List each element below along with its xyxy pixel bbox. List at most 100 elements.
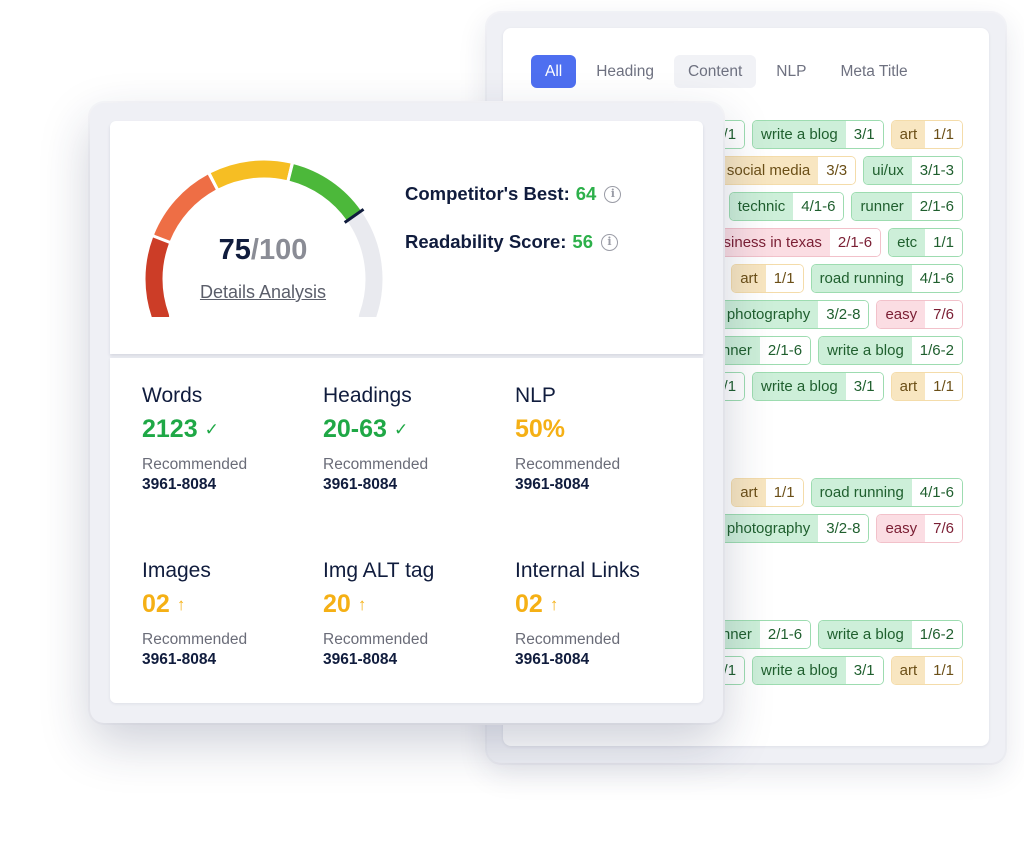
keyword-tag-count: 1/1	[925, 229, 962, 256]
keyword-tag-count: 1/1	[925, 657, 962, 684]
keyword-tag-label: easy	[877, 301, 926, 328]
stat-label: Internal Links	[515, 559, 640, 582]
keyword-tag[interactable]: write a blog 1/6-2	[818, 620, 963, 649]
stat-images: Images 02 ↑ Recommended 3961-8084	[142, 559, 322, 669]
keyword-tag-count: 2/1-6	[759, 337, 811, 364]
keyword-tag[interactable]: art 1/1	[731, 264, 804, 293]
keyword-tag-count: 3/1	[845, 373, 883, 400]
keyword-tag-count: 3/1-3	[911, 157, 962, 184]
keyword-tag[interactable]: ui/ux 3/1-3	[863, 156, 963, 185]
readability-score: Readability Score: 56 i	[405, 231, 618, 253]
readability-score-value: 56	[572, 231, 593, 252]
keyword-tag[interactable]: easy 7/6	[876, 300, 963, 329]
score-max: /100	[250, 234, 308, 266]
stat-label: Img ALT tag	[323, 559, 435, 582]
recommended-label: Recommended	[142, 631, 248, 648]
readability-score-label: Readability Score:	[405, 231, 567, 252]
keyword-tag-count: 3/1	[845, 121, 883, 148]
keyword-tag-label: etc	[889, 229, 926, 256]
stat-value-text: 02	[142, 590, 170, 618]
stat-nlp: NLP 50% Recommended 3961-8084	[515, 384, 695, 494]
tab-meta-title[interactable]: Meta Title	[826, 55, 921, 88]
keyword-tag[interactable]: art 1/1	[890, 656, 963, 685]
keyword-tag-count: 4/1-6	[793, 193, 844, 220]
keyword-tag-label: easy	[877, 515, 926, 542]
keyword-tag[interactable]: art 1/1	[890, 120, 963, 149]
tab-nlp[interactable]: NLP	[762, 55, 820, 88]
keyword-tag-count: 1/6-2	[911, 621, 962, 648]
keyword-tag-count: 1/1	[925, 121, 962, 148]
recommended-value: 3961-8084	[515, 651, 590, 668]
keyword-tag-count: 1/1	[765, 265, 803, 292]
recommended-label: Recommended	[142, 456, 248, 473]
check-icon: ✓	[204, 419, 219, 439]
gauge-segment	[154, 174, 217, 242]
stat-value-text: 20-63	[323, 415, 387, 443]
keyword-tag-label: write a blog	[753, 373, 846, 400]
recommended-label: Recommended	[323, 631, 429, 648]
keyword-tag[interactable]: art 1/1	[731, 478, 804, 507]
keyword-tag[interactable]: write a blog3/1	[752, 656, 884, 685]
competitor-best: Competitor's Best: 64 i	[405, 183, 622, 205]
stat-value-text: 02	[515, 590, 543, 618]
keyword-tag[interactable]: etc 1/1	[888, 228, 963, 257]
tab-all[interactable]: All	[531, 55, 577, 88]
keyword-tag-label: art	[891, 657, 926, 684]
keyword-tag-count: 7/6	[925, 301, 962, 328]
keyword-tag-label: write a blog	[819, 337, 912, 364]
keyword-tag-label: ui/ux	[864, 157, 912, 184]
keyword-tag-label: art	[732, 479, 766, 506]
recommended-value: 3961-8084	[142, 651, 217, 668]
stat-value: 02 ↑	[515, 590, 695, 619]
arrow-up-icon: ↑	[357, 594, 367, 614]
keyword-tag-count: 4/1-6	[911, 479, 962, 506]
recommended-value: 3961-8084	[323, 476, 398, 493]
info-icon[interactable]: i	[604, 185, 622, 203]
keyword-tag-count: 3/1	[845, 657, 883, 684]
keyword-tag[interactable]: art 1/1	[890, 372, 963, 401]
keyword-tag[interactable]: easy 7/6	[876, 514, 963, 543]
keyword-tag-count: 2/1-6	[829, 229, 881, 256]
keyword-tag[interactable]: business in texas 2/1-6	[697, 228, 882, 257]
keyword-tag[interactable]: photography 3/2-8	[717, 514, 870, 543]
stat-value: 50%	[515, 415, 695, 444]
stat-label: NLP	[515, 384, 556, 407]
filter-tabs: All Heading Content NLP Meta Title	[531, 55, 928, 88]
stat-headings: Headings 20-63 ✓ Recommended 3961-8084	[323, 384, 503, 494]
keyword-tag[interactable]: write a blog 1/6-2	[818, 336, 963, 365]
stat-value: 2123 ✓	[142, 415, 322, 444]
arrow-up-icon: ↑	[176, 594, 186, 614]
keyword-tag-count: 3/2-8	[818, 515, 869, 542]
competitor-best-label: Competitor's Best:	[405, 183, 570, 204]
info-icon[interactable]: i	[601, 233, 618, 251]
keyword-tag-count: 1/1	[765, 479, 803, 506]
keyword-tag[interactable]: technic 4/1-6	[728, 192, 845, 221]
score-readout: 75/100	[110, 234, 416, 267]
keyword-tag[interactable]: runner 2/1-6	[851, 192, 963, 221]
competitor-best-value: 64	[575, 183, 597, 204]
keyword-tag[interactable]: write a blog3/1	[752, 120, 884, 149]
keyword-tag-label: runner	[852, 193, 912, 220]
tab-content[interactable]: Content	[673, 55, 757, 88]
score-value: 75	[218, 234, 251, 266]
arrow-up-icon: ↑	[549, 594, 559, 614]
keyword-tag-count: 3/3	[818, 157, 856, 184]
stat-label: Words	[142, 384, 203, 407]
keyword-tag[interactable]: photography 3/2-8	[717, 300, 870, 329]
keyword-tag-count: 3/2-8	[818, 301, 869, 328]
stat-label: Headings	[323, 384, 412, 407]
keyword-tag[interactable]: road running 4/1-6	[810, 264, 963, 293]
details-analysis-link[interactable]: Details Analysis	[110, 282, 416, 303]
keyword-tag[interactable]: write a blog3/1	[752, 372, 884, 401]
content-stats: Words 2123 ✓ Recommended 3961-8084 Headin…	[110, 358, 703, 703]
gauge-segment	[210, 160, 291, 189]
keyword-tag[interactable]: social media 3/3	[717, 156, 857, 185]
gauge-segment	[289, 164, 362, 221]
check-icon: ✓	[393, 419, 409, 439]
stat-value: 20 ↑	[323, 590, 503, 619]
keyword-tag[interactable]: road running 4/1-6	[810, 478, 963, 507]
stat-words: Words 2123 ✓ Recommended 3961-8084	[142, 384, 322, 494]
tab-heading[interactable]: Heading	[582, 55, 668, 88]
recommended-label: Recommended	[323, 456, 429, 473]
stat-label: Images	[142, 559, 211, 582]
